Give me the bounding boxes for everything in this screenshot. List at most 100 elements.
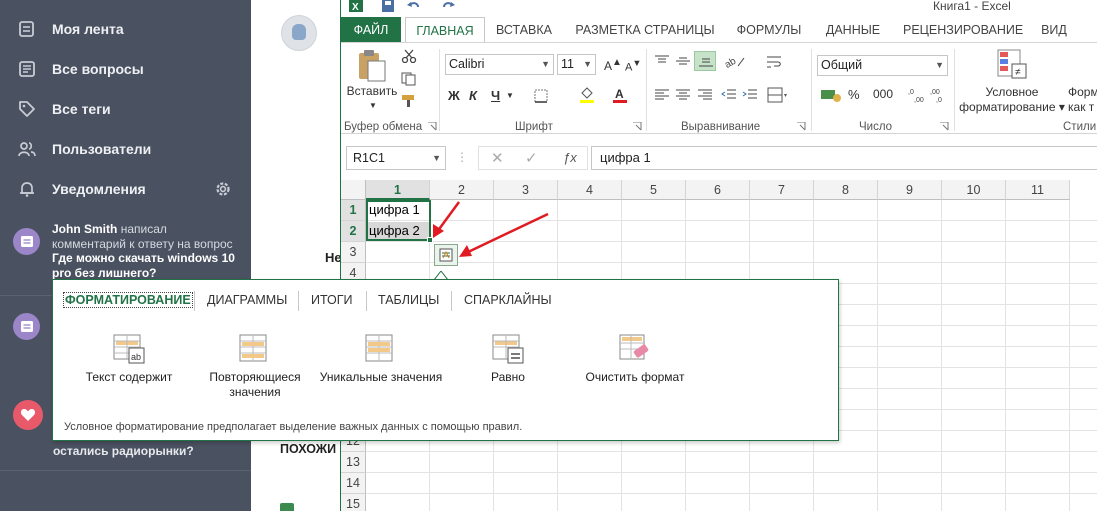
paste-dropdown[interactable]: ▼ (369, 101, 377, 110)
row-header-13[interactable]: 13 (341, 452, 366, 473)
dialog-launcher-icon[interactable] (428, 122, 437, 131)
row-header-14[interactable]: 14 (341, 473, 366, 494)
increase-indent-icon[interactable] (742, 89, 758, 101)
tab-charts[interactable]: ДИАГРАММЫ (207, 293, 287, 307)
cut-icon[interactable] (401, 49, 417, 63)
row-header-2[interactable]: 2 (341, 221, 366, 242)
text-orientation-icon[interactable]: ab (724, 53, 746, 69)
merge-cells-icon[interactable] (767, 87, 787, 103)
increase-decimal-icon[interactable]: ,0,00 (907, 87, 927, 103)
sidebar-item-feed[interactable]: Моя лента (18, 17, 124, 41)
borders-icon[interactable] (534, 89, 548, 103)
font-size-select[interactable]: 11 ▼ (557, 54, 596, 75)
duplicate-values-option[interactable]: Повторяющиеся значения (201, 334, 309, 400)
enter-icon[interactable]: ✓ (525, 149, 538, 167)
alignment-group-label: Выравнивание (681, 121, 761, 133)
paste-button[interactable]: Вставить (346, 84, 398, 99)
tab-insert[interactable]: ВСТАВКА (491, 17, 557, 43)
sidebar-item-questions[interactable]: Все вопросы (18, 57, 144, 81)
unique-values-option[interactable]: Уникальные значения (316, 334, 446, 385)
column-header-1[interactable]: 1 (366, 180, 430, 200)
name-box[interactable]: R1C1 ▼ (346, 146, 446, 170)
align-right-icon[interactable] (697, 89, 713, 101)
user-avatar[interactable] (281, 15, 317, 51)
row-header-1[interactable]: 1 (341, 200, 366, 221)
underline-button[interactable]: Ч (491, 88, 500, 103)
notification-text[interactable]: John Smith написал комментарий к ответу … (52, 222, 242, 280)
column-header-5[interactable]: 5 (622, 180, 686, 200)
conditional-formatting-button[interactable]: Условное форматирование ▾ (958, 85, 1066, 115)
increase-font-icon[interactable]: A▲ (604, 57, 622, 73)
formula-bar-handle[interactable]: ⋮ (456, 151, 468, 163)
bold-button[interactable]: Ж (448, 88, 460, 103)
undo-icon[interactable] (407, 0, 421, 12)
align-top-icon[interactable] (654, 55, 670, 67)
tab-tables[interactable]: ТАБЛИЦЫ (378, 293, 439, 307)
tab-file[interactable]: ФАЙЛ (341, 17, 401, 43)
save-icon[interactable] (381, 0, 395, 12)
gear-icon[interactable] (213, 179, 233, 199)
align-middle-icon[interactable] (675, 55, 691, 67)
column-header-4[interactable]: 4 (558, 180, 622, 200)
column-header-6[interactable]: 6 (686, 180, 750, 200)
quick-analysis-button[interactable] (434, 244, 458, 266)
tab-sparklines[interactable]: СПАРКЛАЙНЫ (464, 293, 552, 307)
wrap-text-icon[interactable] (766, 55, 782, 69)
notification-user[interactable]: John Smith (52, 222, 117, 236)
number-format-select[interactable]: Общий ▼ (817, 55, 948, 76)
font-color-icon[interactable]: A (612, 87, 628, 103)
notification-question[interactable]: Где можно скачать windows 10 pro без лиш… (52, 251, 235, 280)
tab-review[interactable]: РЕЦЕНЗИРОВАНИЕ (903, 17, 1023, 43)
thousands-separator-button[interactable]: 000 (873, 87, 893, 101)
percent-button[interactable]: % (848, 87, 860, 102)
cancel-icon[interactable]: ✕ (491, 149, 504, 167)
dialog-launcher-icon[interactable] (797, 122, 806, 131)
dialog-launcher-icon[interactable] (940, 122, 949, 131)
fill-handle[interactable] (427, 237, 433, 243)
paste-icon[interactable] (357, 49, 387, 83)
decrease-font-icon[interactable]: A▼ (625, 58, 641, 74)
conditional-formatting-icon[interactable]: ≠ (996, 48, 1028, 80)
sidebar-item-notifications[interactable]: Уведомления (18, 177, 146, 201)
column-header-7[interactable]: 7 (750, 180, 814, 200)
font-name-select[interactable]: Calibri ▼ (445, 54, 554, 75)
sidebar-item-users[interactable]: Пользователи (18, 137, 151, 161)
italic-button[interactable]: К (469, 88, 477, 103)
clear-format-option[interactable]: Очистить формат (575, 334, 695, 385)
column-header-2[interactable]: 2 (430, 180, 494, 200)
column-header-11[interactable]: 11 (1006, 180, 1070, 200)
align-center-icon[interactable] (675, 89, 691, 101)
text-contains-option[interactable]: ab Текст содержит (75, 334, 183, 385)
tab-data[interactable]: ДАННЫЕ (819, 17, 887, 43)
insert-function-icon[interactable]: ƒx (563, 150, 577, 165)
align-bottom-button[interactable] (694, 51, 716, 71)
fill-color-icon[interactable] (579, 87, 595, 103)
formula-input[interactable]: цифра 1 (591, 146, 1097, 170)
underline-dropdown[interactable]: ▼ (506, 91, 514, 100)
decrease-decimal-icon[interactable]: ,00,0 (929, 87, 949, 103)
tab-view[interactable]: ВИД (1037, 17, 1071, 43)
equal-to-option[interactable]: Равно (463, 334, 553, 385)
select-all-button[interactable] (341, 180, 366, 200)
column-header-9[interactable]: 9 (878, 180, 942, 200)
tab-formatting[interactable]: ФОРМАТИРОВАНИЕ (63, 292, 193, 308)
tab-page-layout[interactable]: РАЗМЕТКА СТРАНИЦЫ (573, 17, 717, 43)
align-left-icon[interactable] (654, 89, 670, 101)
format-painter-icon[interactable] (401, 94, 417, 108)
copy-icon[interactable] (401, 72, 417, 86)
sidebar-item-tags[interactable]: Все теги (18, 97, 111, 121)
row-header-15[interactable]: 15 (341, 494, 366, 511)
column-header-8[interactable]: 8 (814, 180, 878, 200)
tab-totals[interactable]: ИТОГИ (311, 293, 353, 307)
currency-icon[interactable] (820, 87, 842, 103)
decrease-indent-icon[interactable] (721, 89, 737, 101)
redo-icon[interactable] (441, 0, 455, 12)
column-header-3[interactable]: 3 (494, 180, 558, 200)
format-as-table-button[interactable]: Форм как т (1068, 85, 1097, 115)
tab-formulas[interactable]: ФОРМУЛЫ (733, 17, 805, 43)
tab-home[interactable]: ГЛАВНАЯ (405, 17, 485, 43)
row-header-3[interactable]: 3 (341, 242, 366, 263)
dialog-launcher-icon[interactable] (633, 122, 642, 131)
column-header-10[interactable]: 10 (942, 180, 1006, 200)
notification-text-3[interactable]: остались радиорынки? (53, 444, 194, 458)
